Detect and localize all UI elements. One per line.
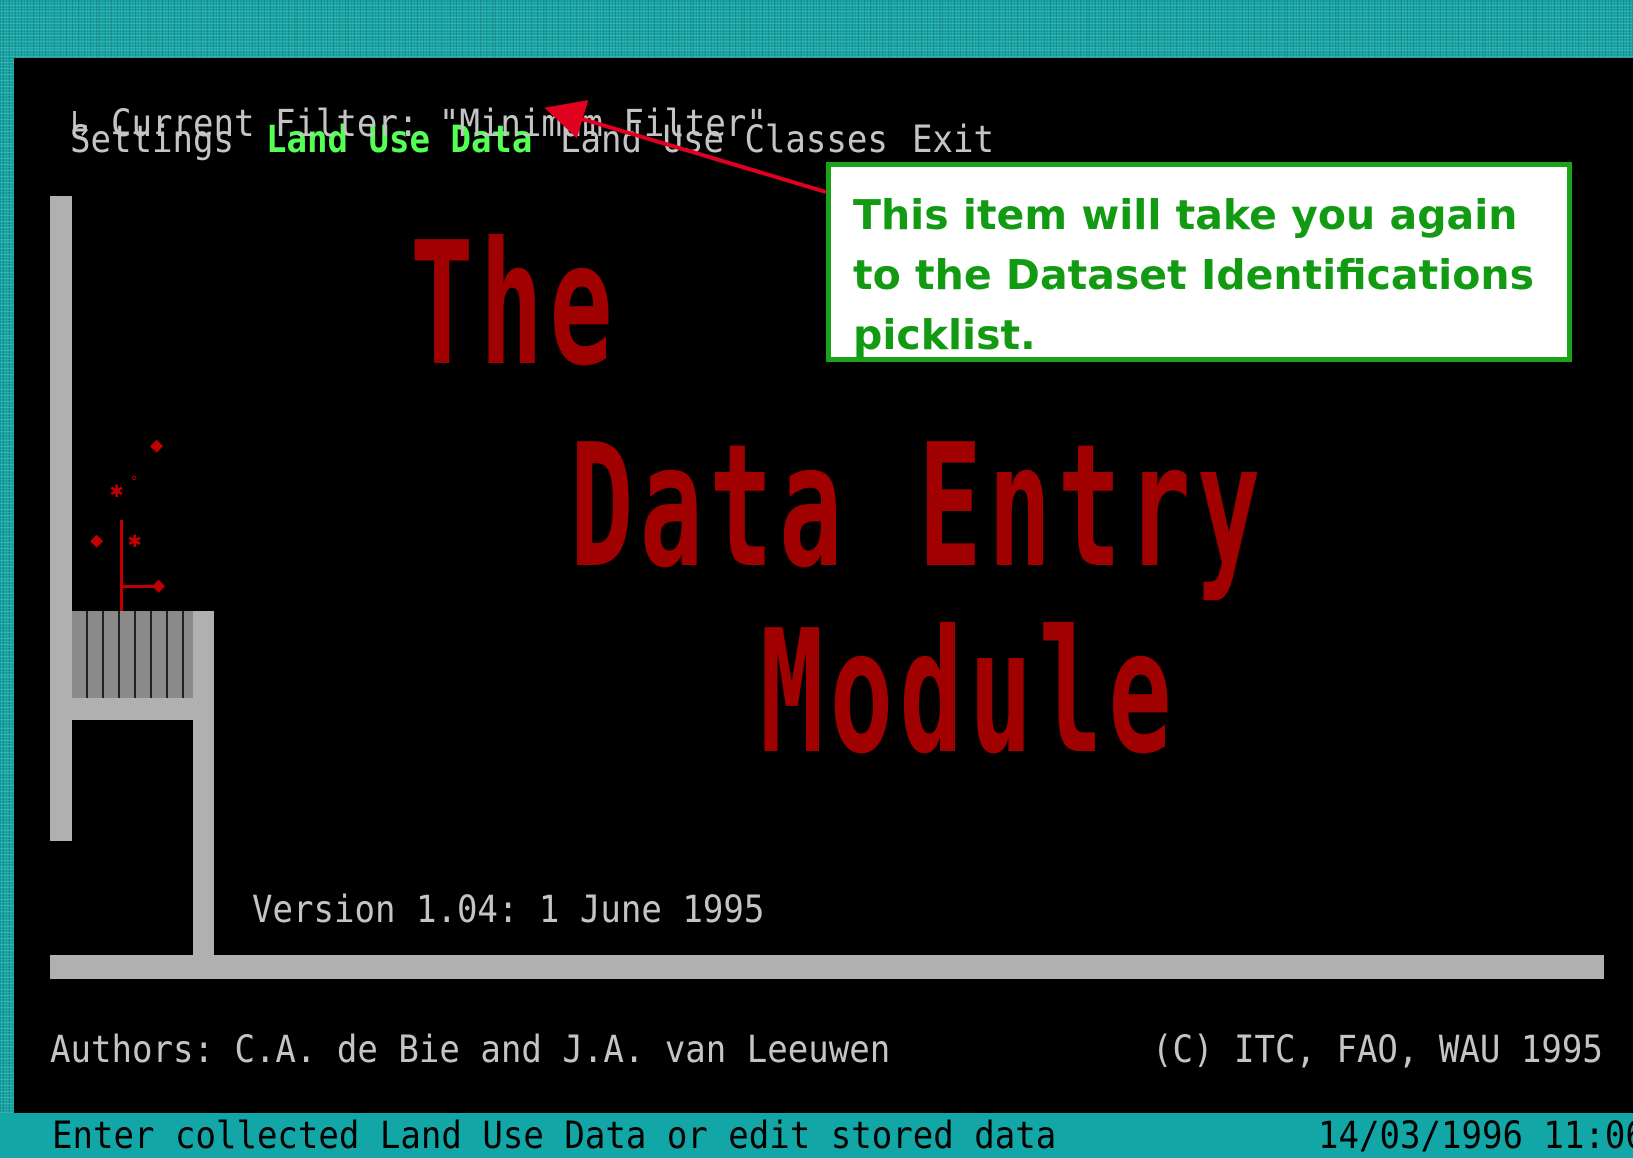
submenu-arrow-icon: ↳ xyxy=(70,102,91,145)
menu-item-exit[interactable]: Exit xyxy=(912,120,994,160)
frame-left-post xyxy=(50,196,72,841)
frame-inner-post xyxy=(193,611,214,956)
frame-shelf xyxy=(50,698,214,720)
submenu-current-filter[interactable]: ↳ Current Filter: "Minimum Filter" xyxy=(70,104,767,144)
title-line-module: Module xyxy=(760,594,1178,792)
status-message: Enter collected Land Use Data or edit st… xyxy=(52,1114,1057,1157)
version-text: Version 1.04: 1 June 1995 xyxy=(252,888,765,931)
status-datetime: 14/03/1996 11:06 xyxy=(1318,1114,1633,1157)
authors-text: Authors: C.A. de Bie and J.A. van Leeuwe… xyxy=(50,1028,891,1071)
status-bar: Enter collected Land Use Data or edit st… xyxy=(0,1113,1633,1158)
plant-icon: ◆ ◆ ✱ ✱ ◆ ° xyxy=(90,435,170,611)
annotation-callout: This item will take you again to the Dat… xyxy=(826,162,1572,362)
frame-bottom-rail xyxy=(50,955,1604,979)
title-line-the: The xyxy=(410,206,619,404)
submenu-label: Current Filter: "Minimum Filter" xyxy=(110,102,767,145)
planter-box xyxy=(72,611,193,698)
copyright-text: (C) ITC, FAO, WAU 1995 xyxy=(1152,1028,1603,1071)
title-line-data-entry: Data Entry xyxy=(570,408,1267,606)
